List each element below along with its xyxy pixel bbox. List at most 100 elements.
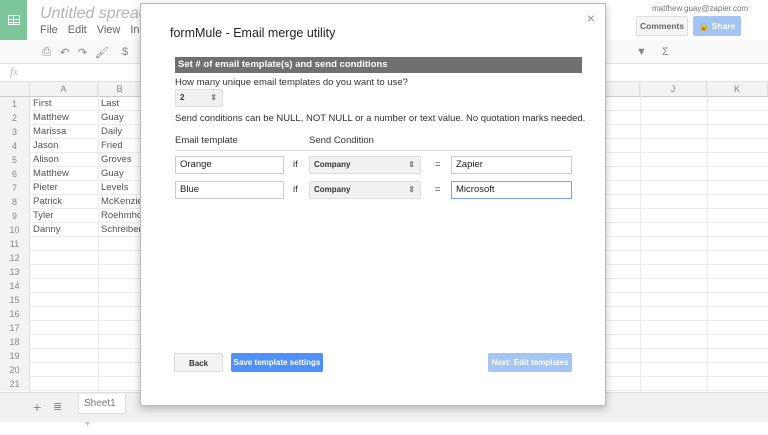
sheet-tab[interactable]: Sheet1 ▼ (78, 394, 126, 428)
column-header-b[interactable]: B (98, 82, 142, 97)
row-number[interactable]: 3 (0, 125, 30, 139)
if-label: if (293, 159, 298, 170)
row-number[interactable]: 8 (0, 195, 30, 209)
select-arrows-icon: ⇕ (408, 160, 415, 169)
row-number[interactable]: 7 (0, 181, 30, 195)
divider (98, 82, 99, 392)
cell-a[interactable]: Matthew (33, 111, 69, 125)
column-header-a[interactable]: A (30, 82, 98, 97)
divider (175, 150, 572, 151)
redo-icon[interactable]: ↷ (78, 46, 87, 59)
filter-icon[interactable]: ▼ (636, 46, 647, 58)
sheets-logo[interactable] (0, 0, 27, 40)
cell-b[interactable]: Daily (101, 125, 141, 139)
share-button[interactable]: 🔒 Share (693, 16, 741, 36)
row-number[interactable]: 21 (0, 377, 30, 391)
cell-b[interactable]: Fried (101, 139, 141, 153)
sheets-icon (7, 15, 20, 25)
menu-edit[interactable]: Edit (68, 24, 87, 36)
menu-file[interactable]: File (40, 24, 58, 36)
row-number[interactable]: 5 (0, 153, 30, 167)
row-number[interactable]: 14 (0, 279, 30, 293)
cell-b[interactable]: Guay (101, 111, 141, 125)
cell-a[interactable]: Alison (33, 153, 59, 167)
back-button[interactable]: Back (174, 353, 223, 372)
row-number[interactable]: 18 (0, 335, 30, 349)
row-number[interactable]: 10 (0, 223, 30, 237)
condition-value-input[interactable]: Zapier (451, 156, 572, 174)
row-number[interactable]: 12 (0, 251, 30, 265)
row-number[interactable]: 15 (0, 293, 30, 307)
paint-format-icon[interactable]: 🖌 (95, 46, 109, 59)
fx-label: fx (10, 66, 18, 78)
row-number[interactable]: 17 (0, 321, 30, 335)
corner-header[interactable] (0, 82, 30, 97)
cell-b[interactable]: Guay (101, 167, 141, 181)
if-label: if (293, 184, 298, 195)
condition-field-select[interactable]: Company ⇕ (309, 181, 421, 199)
all-sheets-icon[interactable]: ≣ (53, 400, 62, 413)
section-header: Set # of email template(s) and send cond… (175, 57, 582, 73)
stepper-icon: ⇕ (210, 93, 217, 102)
cell-b[interactable]: Schreiber (101, 223, 141, 237)
row-number[interactable]: 6 (0, 167, 30, 181)
row-number[interactable]: 9 (0, 209, 30, 223)
condition-field-value: Company (314, 160, 351, 169)
email-template-column-label: Email template (175, 135, 238, 146)
cell-b[interactable]: Last (101, 97, 141, 111)
equals-label: = (435, 184, 441, 195)
cell-b[interactable]: Roehmholdt (101, 209, 141, 223)
cell-a[interactable]: Jason (33, 139, 58, 153)
formmule-dialog: formMule - Email merge utility × Set # o… (140, 3, 606, 406)
condition-field-value: Company (314, 185, 351, 194)
row-number[interactable]: 4 (0, 139, 30, 153)
condition-value-input[interactable]: Microsoft (451, 181, 572, 199)
row-number[interactable]: 16 (0, 307, 30, 321)
undo-icon[interactable]: ↶ (60, 46, 69, 59)
row-number[interactable]: 19 (0, 349, 30, 363)
column-header[interactable] (606, 82, 640, 97)
cell-b[interactable]: McKenzie (101, 195, 141, 209)
email-template-input[interactable]: Blue (175, 181, 284, 199)
template-count-select[interactable]: 2 ⇕ (175, 89, 223, 107)
row-number[interactable]: 1 (0, 97, 30, 111)
cell-a[interactable]: Pieter (33, 181, 58, 195)
row-number[interactable]: 11 (0, 237, 30, 251)
cell-b[interactable]: Groves (101, 153, 141, 167)
print-icon[interactable]: ⎙ (42, 46, 51, 59)
cell-a[interactable]: Tyler (33, 209, 54, 223)
send-condition-column-label: Send Condition (309, 135, 374, 146)
chevron-down-icon[interactable]: ▼ (84, 421, 91, 428)
divider (640, 82, 641, 392)
equals-label: = (435, 159, 441, 170)
save-template-settings-button[interactable]: Save template settings (231, 353, 323, 372)
cell-a[interactable]: Danny (33, 223, 60, 237)
currency-button[interactable]: $ (122, 46, 128, 58)
sheet-tab-label: Sheet1 (84, 398, 116, 409)
template-count-value: 2 (180, 93, 185, 102)
next-edit-templates-button[interactable]: Next: Edit templates (488, 353, 572, 372)
column-header-j[interactable]: J (640, 82, 707, 97)
template-count-question: How many unique email templates do you w… (175, 77, 408, 88)
comments-button[interactable]: Comments (636, 16, 688, 36)
cell-b[interactable]: Levels (101, 181, 141, 195)
column-header-k[interactable]: K (707, 82, 768, 97)
close-icon[interactable]: × (587, 10, 595, 26)
dialog-title: formMule - Email merge utility (170, 26, 336, 40)
cell-a[interactable]: Patrick (33, 195, 62, 209)
cell-a[interactable]: Marissa (33, 125, 66, 139)
share-label: Share (711, 21, 736, 31)
account-email[interactable]: matthew.guay@zapier.com (652, 4, 748, 13)
divider (707, 82, 708, 392)
cell-a[interactable]: Matthew (33, 167, 69, 181)
menu-view[interactable]: View (97, 24, 121, 36)
row-number[interactable]: 20 (0, 363, 30, 377)
select-arrows-icon: ⇕ (408, 185, 415, 194)
row-number[interactable]: 13 (0, 265, 30, 279)
email-template-input[interactable]: Orange (175, 156, 284, 174)
add-sheet-icon[interactable]: + (33, 399, 41, 415)
condition-field-select[interactable]: Company ⇕ (309, 156, 421, 174)
row-number[interactable]: 2 (0, 111, 30, 125)
cell-a[interactable]: First (33, 97, 51, 111)
functions-button[interactable]: Σ (662, 46, 669, 58)
